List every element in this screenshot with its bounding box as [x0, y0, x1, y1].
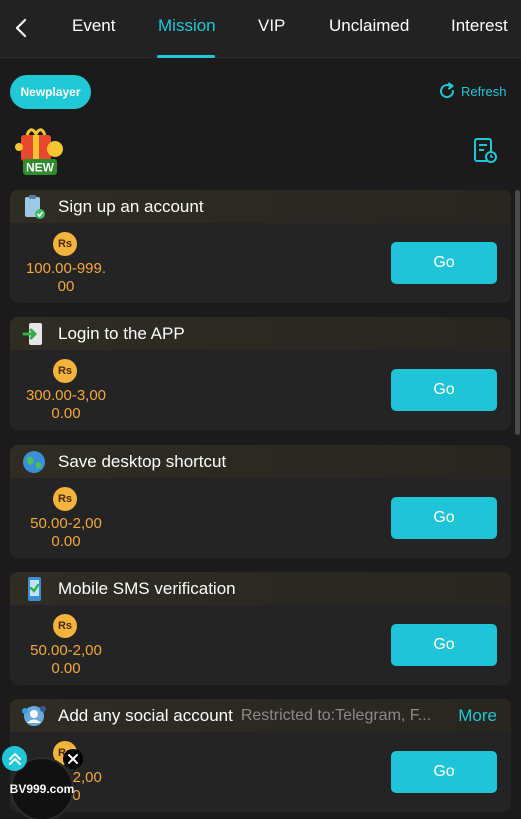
mission-card-header: Sign up an account — [10, 190, 511, 223]
mission-card-header: Login to the APP — [10, 317, 511, 350]
globe-icon — [23, 450, 45, 473]
go-button[interactable]: Go — [391, 242, 497, 284]
newplayer-filter-button[interactable]: Newplayer — [10, 75, 91, 109]
reward-line-1: 300.00-3,00 — [25, 387, 107, 404]
phone-verify-icon — [28, 576, 41, 601]
clipboard-check-icon — [25, 194, 45, 219]
reward-line-1: 50.00-2,00 — [30, 515, 102, 532]
mission-title: Login to the APP — [58, 323, 185, 343]
active-tab-indicator — [157, 55, 215, 58]
rupee-coin-icon: Rs — [53, 614, 77, 638]
reward-line-2: 0.00 — [51, 660, 81, 677]
go-button[interactable]: Go — [391, 369, 497, 411]
mission-card-header: Save desktop shortcut — [10, 445, 511, 478]
mission-title: Mobile SMS verification — [58, 578, 236, 598]
mission-card-header: Add any social account Restricted to:Tel… — [10, 699, 511, 732]
scroll-to-top-button[interactable] — [2, 746, 27, 771]
reward-line-2: 00 — [57, 278, 75, 295]
tab-vip[interactable]: VIP — [258, 16, 285, 36]
rupee-coin-icon: Rs — [53, 359, 77, 383]
mission-restriction-text: Restricted to:Telegram, F... — [240, 706, 432, 724]
social-account-icon — [22, 705, 46, 726]
mission-card-social-account: Add any social account Restricted to:Tel… — [10, 699, 511, 812]
reward-line-1: 100.00-999. — [25, 260, 107, 277]
tab-mission[interactable]: Mission — [158, 16, 216, 36]
scrollbar[interactable] — [515, 190, 520, 435]
reward-line-2: 0.00 — [51, 405, 81, 422]
mission-reward: 50.00-2,00 0.00 — [18, 642, 114, 678]
more-link[interactable]: More — [458, 706, 497, 726]
mission-card-signup: Sign up an account Rs 100.00-999. 00 Go — [10, 190, 511, 303]
mission-card-desktop-shortcut: Save desktop shortcut Rs 50.00-2,00 0.00… — [10, 445, 511, 558]
refresh-button[interactable]: Refresh — [437, 81, 507, 101]
tab-interest[interactable]: Interest — [451, 16, 508, 36]
back-arrow-icon[interactable] — [10, 16, 34, 40]
mission-reward: 50.00-2,00 0.00 — [18, 515, 114, 551]
mission-reward: 100.00-999. 00 — [18, 260, 114, 296]
rupee-coin-icon: Rs — [53, 487, 77, 511]
refresh-label: Refresh — [461, 83, 507, 99]
mission-title: Add any social account — [58, 705, 233, 725]
go-button[interactable]: Go — [391, 624, 497, 666]
mission-title: Save desktop shortcut — [58, 451, 227, 471]
refresh-icon — [440, 82, 455, 99]
go-button[interactable]: Go — [391, 751, 497, 793]
new-gift-badge-icon: NEW — [15, 128, 63, 175]
login-app-icon — [22, 322, 42, 345]
rupee-coin-icon: Rs — [53, 232, 77, 256]
mission-card-sms-verification: Mobile SMS verification Rs 50.00-2,00 0.… — [10, 572, 511, 685]
mission-card-header: Mobile SMS verification — [10, 572, 511, 605]
mission-card-login-app: Login to the APP Rs 300.00-3,00 0.00 Go — [10, 317, 511, 430]
close-icon — [68, 754, 78, 764]
top-tab-bar: Event Mission VIP Unclaimed Interest — [0, 0, 521, 58]
tab-unclaimed[interactable]: Unclaimed — [329, 16, 409, 36]
go-button[interactable]: Go — [391, 497, 497, 539]
mission-title: Sign up an account — [58, 196, 204, 216]
close-floating-button[interactable] — [63, 749, 83, 769]
tab-event[interactable]: Event — [72, 16, 115, 36]
mission-reward: 300.00-3,00 0.00 — [18, 387, 114, 423]
record-history-icon[interactable] — [472, 137, 498, 165]
reward-line-1: 50.00-2,00 — [30, 642, 102, 659]
reward-line-2: 0.00 — [51, 533, 81, 550]
double-chevron-up-icon — [8, 752, 21, 765]
new-badge-text: NEW — [26, 161, 55, 175]
mission-page: Event Mission VIP Unclaimed Interest New… — [0, 0, 521, 819]
